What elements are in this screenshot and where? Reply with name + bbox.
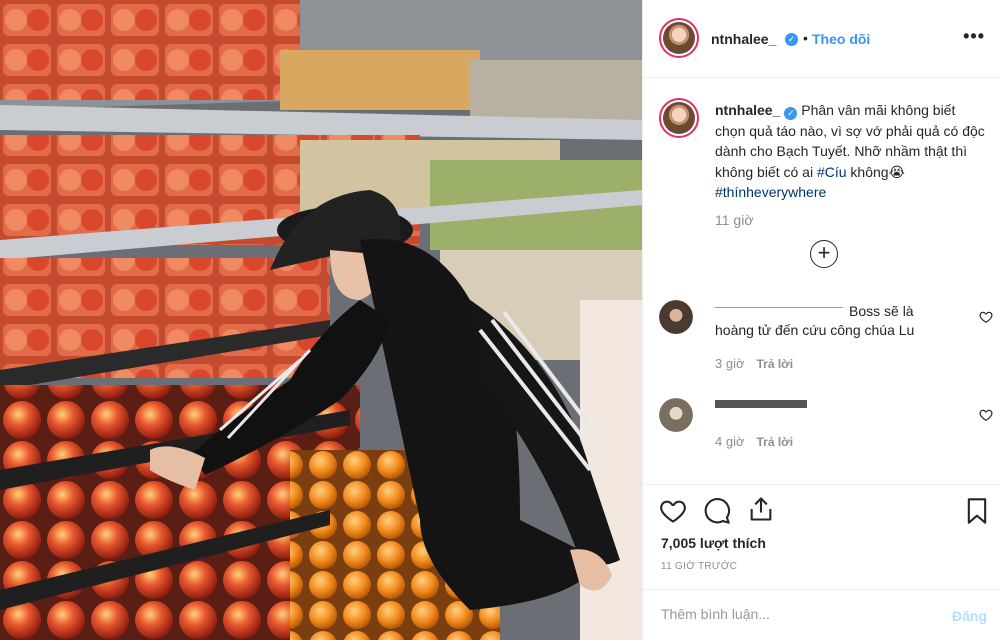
reply-button[interactable]: Trả lời (757, 435, 794, 449)
plus-circle-icon[interactable]: + (810, 240, 838, 268)
comment-text (715, 400, 955, 421)
comment-input[interactable] (661, 606, 921, 622)
comment-time: 3 giờ (715, 356, 745, 371)
comment-time: 4 giờ (715, 434, 745, 449)
comment-body: Boss sẽ là hoàng tử đến cứu công chúa Lu (715, 303, 915, 338)
crying-emoji: 😭 (888, 163, 905, 180)
post-photo[interactable] (0, 0, 642, 640)
caption-avatar[interactable] (659, 98, 699, 138)
comment-meta: 4 giờ Trả lời (715, 434, 793, 449)
share-icon[interactable] (747, 495, 775, 523)
comment-meta: 3 giờ Trả lời (715, 356, 793, 371)
post-actions: 7,005 lượt thích 11 GIỜ TRƯỚC Đăng (643, 484, 1000, 640)
caption-text: ntnhalee_ ✓ Phân vân mãi không biết chọn … (715, 100, 989, 203)
hashtag-link[interactable]: #Cíu (817, 164, 847, 180)
bookmark-icon[interactable] (963, 497, 991, 525)
redacted-username (715, 400, 807, 408)
separator-dot: • (803, 30, 808, 46)
more-icon[interactable]: ••• (963, 26, 985, 47)
add-comment-bar: Đăng (643, 589, 1000, 640)
follow-button[interactable]: Theo dõi (812, 31, 870, 47)
caption-time: 11 giờ (715, 212, 754, 228)
photo-illustration (0, 0, 642, 640)
caption-body-tail: không (846, 163, 889, 180)
comment-icon[interactable] (703, 497, 731, 525)
commenter-avatar[interactable] (659, 398, 693, 432)
author-avatar[interactable] (659, 18, 699, 58)
hashtag-link[interactable]: #thínheverywhere (715, 184, 826, 200)
heart-icon[interactable] (979, 408, 993, 422)
heart-icon[interactable] (659, 497, 687, 525)
post-timestamp[interactable]: 11 GIỜ TRƯỚC (661, 561, 737, 572)
author-username[interactable]: ntnhalee_ (711, 31, 776, 47)
heart-icon[interactable] (979, 310, 993, 324)
post-header: ntnhalee_ ✓ • Theo dõi ••• (643, 0, 1000, 78)
commenter-avatar[interactable] (659, 300, 693, 334)
like-count[interactable]: 7,005 lượt thích (661, 535, 766, 551)
post-side-panel: ntnhalee_ ✓ • Theo dõi ••• ntnhalee_ ✓ Ph… (642, 0, 1000, 640)
verified-icon: ✓ (784, 107, 798, 120)
comment-text: Boss sẽ là hoàng tử đến cứu công chúa Lu (715, 302, 955, 340)
redacted-username (715, 307, 843, 308)
reply-button[interactable]: Trả lời (757, 357, 794, 371)
caption-username[interactable]: ntnhalee_ (715, 102, 780, 118)
verified-icon: ✓ (785, 33, 798, 46)
post-comment-button[interactable]: Đăng (952, 608, 987, 624)
